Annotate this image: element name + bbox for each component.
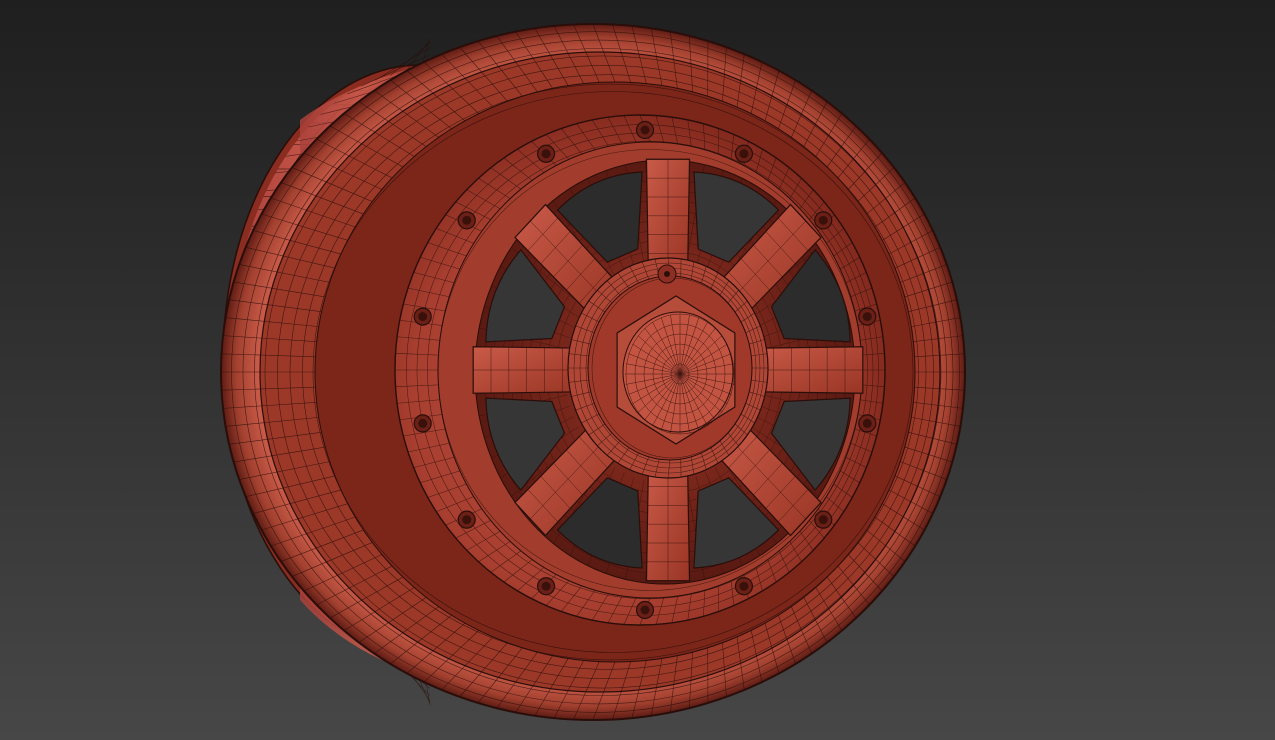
- bolt-icon: [734, 144, 754, 163]
- bolt-icon: [536, 577, 556, 596]
- bolt-icon: [734, 577, 754, 596]
- center-hub: [567, 257, 769, 479]
- valve-stem-icon: [657, 264, 677, 284]
- bolt-icon: [635, 600, 655, 620]
- bolt-icon: [413, 414, 432, 433]
- bolt-icon: [858, 307, 877, 326]
- bolt-icon: [858, 414, 877, 433]
- bolt-icon: [635, 120, 655, 140]
- spoke: [472, 346, 581, 394]
- spoke: [755, 346, 864, 394]
- wheel-model[interactable]: [0, 0, 1275, 740]
- bolt-icon: [457, 211, 476, 230]
- spoke: [645, 158, 691, 274]
- bolt-icon: [814, 211, 833, 230]
- bolt-icon: [457, 510, 476, 529]
- 3d-viewport[interactable]: [0, 0, 1275, 740]
- center-cap-wireframe: [625, 313, 735, 435]
- spoke: [645, 466, 691, 582]
- bolt-icon: [413, 307, 432, 326]
- bolt-icon: [814, 510, 833, 529]
- bolt-icon: [536, 144, 556, 163]
